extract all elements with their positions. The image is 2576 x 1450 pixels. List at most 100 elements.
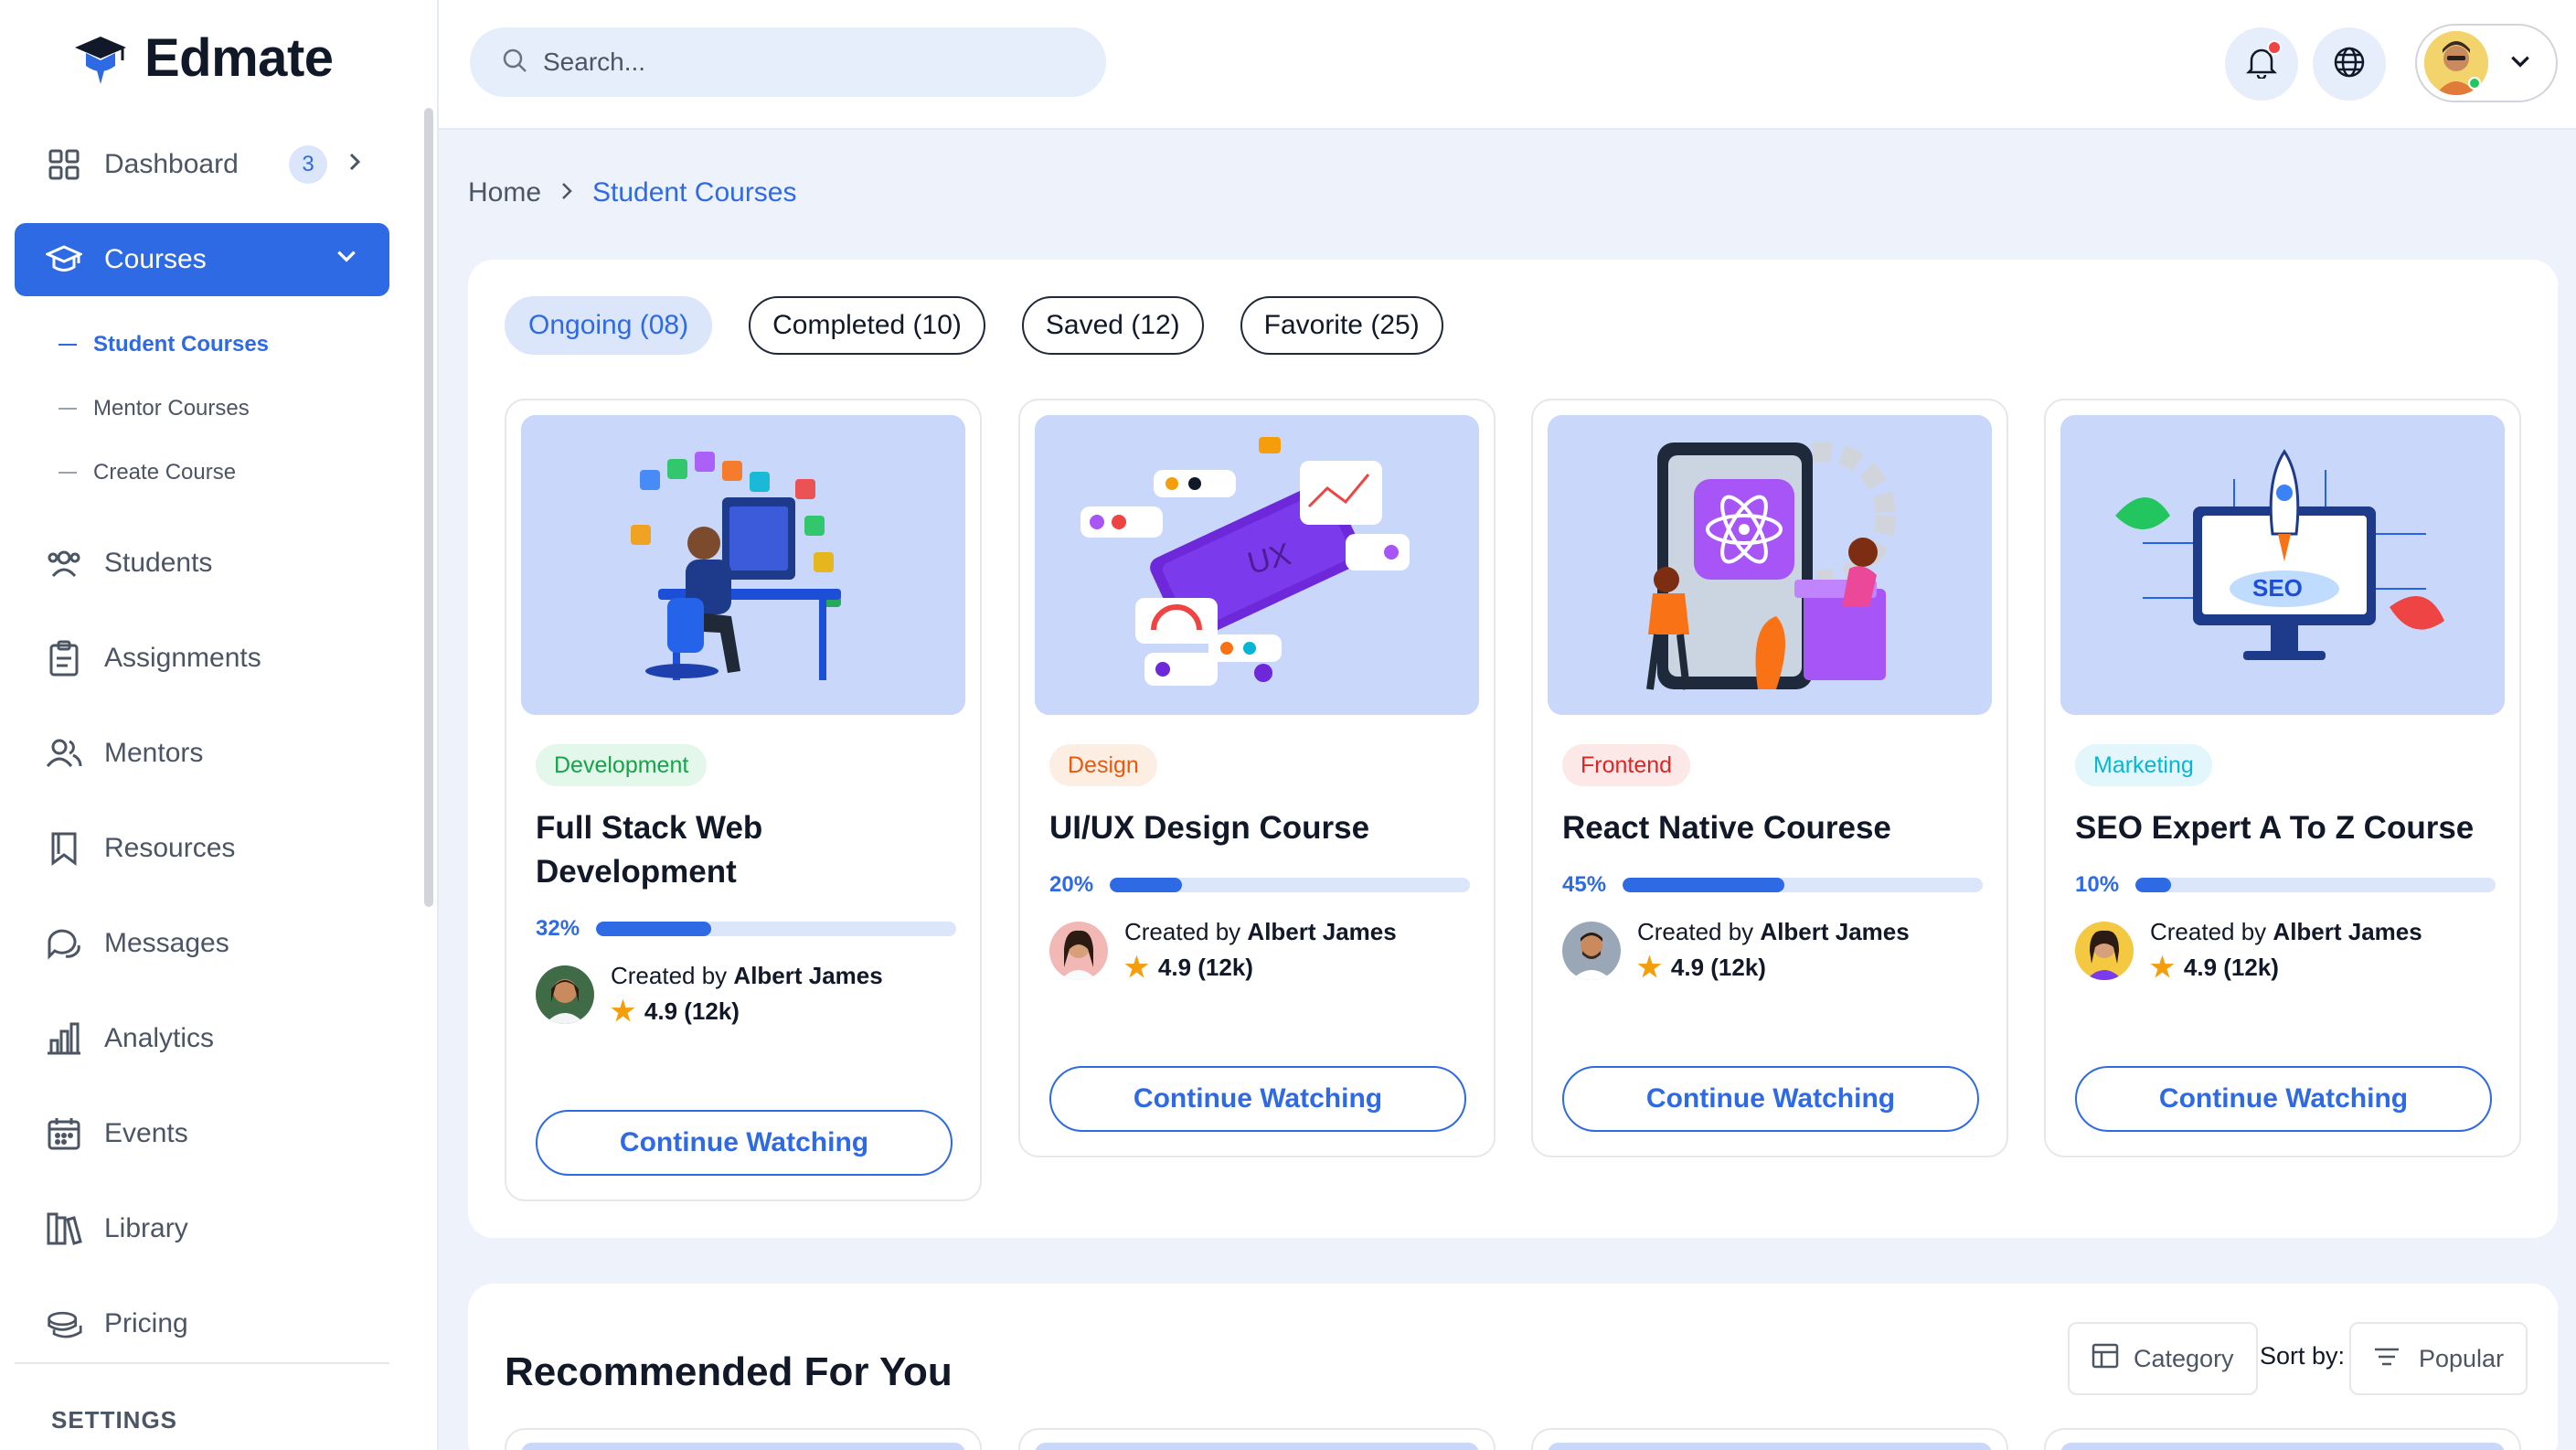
- breadcrumb-home-link[interactable]: Home: [468, 177, 541, 208]
- course-thumbnail-react-illustration[interactable]: [1548, 415, 1992, 715]
- filter-lines-icon: [2373, 1345, 2400, 1373]
- sort-by-label: Sort by:: [2260, 1342, 2346, 1370]
- language-button[interactable]: [2313, 27, 2386, 101]
- course-status-tabs: Ongoing (08) Completed (10) Saved (12) F…: [505, 296, 1443, 355]
- progress-percent: 20%: [1049, 872, 1094, 897]
- notification-dot: [2267, 40, 2282, 55]
- author-avatar: [1049, 922, 1108, 980]
- author-name[interactable]: Albert James: [1247, 918, 1396, 945]
- sidebar-item-library[interactable]: Library: [15, 1192, 389, 1265]
- chevron-right-icon[interactable]: [344, 149, 366, 180]
- submenu-item-mentor-courses[interactable]: Mentor Courses: [59, 377, 389, 441]
- sidebar-item-resources[interactable]: Resources: [15, 812, 389, 885]
- continue-watching-button[interactable]: Continue Watching: [536, 1110, 953, 1176]
- course-card[interactable]: UX Design UI/UX Design Course 20% Create…: [1018, 399, 1496, 1157]
- notifications-button[interactable]: [2225, 27, 2298, 101]
- sidebar-item-courses[interactable]: Courses: [15, 223, 389, 296]
- course-thumbnail-developer-illustration[interactable]: [521, 415, 965, 715]
- progress-fill: [1623, 878, 1785, 892]
- continue-watching-button[interactable]: Continue Watching: [1049, 1066, 1466, 1132]
- recommended-card[interactable]: [1018, 1428, 1496, 1450]
- submenu-item-student-courses[interactable]: Student Courses: [59, 313, 389, 377]
- course-title[interactable]: UI/UX Design Course: [1049, 806, 1470, 850]
- globe-icon: [2333, 46, 2366, 83]
- rating: ★ 4.9 (12k): [611, 996, 883, 1028]
- recommended-title: Recommended For You: [505, 1349, 953, 1394]
- course-thumbnail-seo-illustration[interactable]: SEO: [2060, 415, 2505, 715]
- top-bar: [439, 0, 2576, 130]
- chevron-down-icon[interactable]: [335, 244, 358, 275]
- progress-percent: 45%: [1562, 872, 1607, 897]
- recommended-thumbnail: [1548, 1443, 1992, 1450]
- sidebar-item-events[interactable]: Events: [15, 1097, 389, 1170]
- search-icon: [501, 47, 528, 79]
- sidebar-item-label: Analytics: [104, 1023, 215, 1053]
- grid-icon: [46, 146, 82, 183]
- sidebar-item-label: Courses: [104, 244, 207, 274]
- recommended-card[interactable]: [505, 1428, 982, 1450]
- profile-menu[interactable]: [2415, 24, 2558, 102]
- course-title[interactable]: Full Stack Web Development: [536, 806, 956, 894]
- brand-logo[interactable]: Edmate: [71, 27, 334, 89]
- recommended-card[interactable]: [2044, 1428, 2521, 1450]
- course-card[interactable]: SEO Marketing SEO Expert A To Z Course 1…: [2044, 399, 2521, 1157]
- submenu-item-label: Student Courses: [93, 332, 270, 357]
- course-thumbnail-uiux-illustration[interactable]: UX: [1035, 415, 1479, 715]
- sidebar-item-label: Library: [104, 1213, 188, 1243]
- course-title[interactable]: SEO Expert A To Z Course: [2075, 806, 2496, 850]
- submenu-item-create-course[interactable]: Create Course: [59, 441, 389, 505]
- course-author: Created by Albert James ★ 4.9 (12k): [2075, 918, 2422, 984]
- recommended-card[interactable]: [1531, 1428, 2008, 1450]
- continue-watching-button[interactable]: Continue Watching: [1562, 1066, 1979, 1132]
- category-filter-button[interactable]: Category: [2068, 1322, 2258, 1395]
- sidebar-item-pricing[interactable]: Pricing: [15, 1287, 389, 1360]
- continue-watching-button[interactable]: Continue Watching: [2075, 1066, 2492, 1132]
- search-box[interactable]: [470, 27, 1106, 97]
- courses-submenu: Student Courses Mentor Courses Create Co…: [59, 313, 389, 505]
- sidebar-item-students[interactable]: Students: [15, 527, 389, 600]
- author-name[interactable]: Albert James: [1760, 918, 1909, 945]
- sidebar-item-messages[interactable]: Messages: [15, 907, 389, 980]
- course-card[interactable]: Frontend React Native Courese 45% Create…: [1531, 399, 2008, 1157]
- progress-bar: [1110, 878, 1470, 892]
- star-icon: ★: [1637, 953, 1662, 983]
- breadcrumb: Home Student Courses: [468, 177, 797, 208]
- search-input[interactable]: [543, 48, 1055, 77]
- star-icon: ★: [2150, 953, 2175, 983]
- coins-icon: [46, 1306, 82, 1342]
- star-icon: ★: [1124, 953, 1149, 983]
- layout-icon: [2092, 1343, 2119, 1375]
- sidebar-item-label: Students: [104, 548, 213, 578]
- dash-marker: [59, 408, 77, 410]
- submenu-item-label: Create Course: [93, 460, 237, 485]
- chevron-down-icon: [2508, 49, 2532, 78]
- author-name[interactable]: Albert James: [733, 962, 882, 989]
- course-author: Created by Albert James ★ 4.9 (12k): [1049, 918, 1397, 984]
- tab-ongoing[interactable]: Ongoing (08): [505, 296, 713, 355]
- sidebar-item-label: Assignments: [104, 643, 261, 673]
- recommended-panel: Recommended For You Category Sort by: Po…: [468, 1284, 2558, 1450]
- progress-percent: 10%: [2075, 872, 2120, 897]
- author-avatar: [2075, 922, 2134, 980]
- sidebar-scrollbar[interactable]: [424, 108, 433, 907]
- course-title[interactable]: React Native Courese: [1562, 806, 1983, 850]
- author-line: Created by Albert James: [611, 962, 883, 990]
- sidebar-item-analytics[interactable]: Analytics: [15, 1002, 389, 1075]
- course-progress: 45%: [1562, 872, 1983, 898]
- course-author: Created by Albert James ★ 4.9 (12k): [1562, 918, 1910, 984]
- category-tag: Development: [536, 744, 708, 786]
- courses-panel: Ongoing (08) Completed (10) Saved (12) F…: [468, 260, 2558, 1238]
- sort-dropdown[interactable]: Popular: [2349, 1322, 2528, 1395]
- progress-bar: [2135, 878, 2496, 892]
- tab-favorite[interactable]: Favorite (25): [1240, 296, 1443, 355]
- sidebar-item-mentors[interactable]: Mentors: [15, 717, 389, 790]
- settings-section-title: SETTINGS: [51, 1406, 178, 1434]
- author-name[interactable]: Albert James: [2273, 918, 2422, 945]
- sidebar-divider: [15, 1362, 389, 1364]
- bar-chart-icon: [46, 1020, 82, 1057]
- sidebar-item-dashboard[interactable]: Dashboard 3: [15, 128, 389, 201]
- tab-completed[interactable]: Completed (10): [749, 296, 985, 355]
- sidebar-item-assignments[interactable]: Assignments: [15, 622, 389, 695]
- tab-saved[interactable]: Saved (12): [1021, 296, 1204, 355]
- course-card[interactable]: Development Full Stack Web Development 3…: [505, 399, 982, 1201]
